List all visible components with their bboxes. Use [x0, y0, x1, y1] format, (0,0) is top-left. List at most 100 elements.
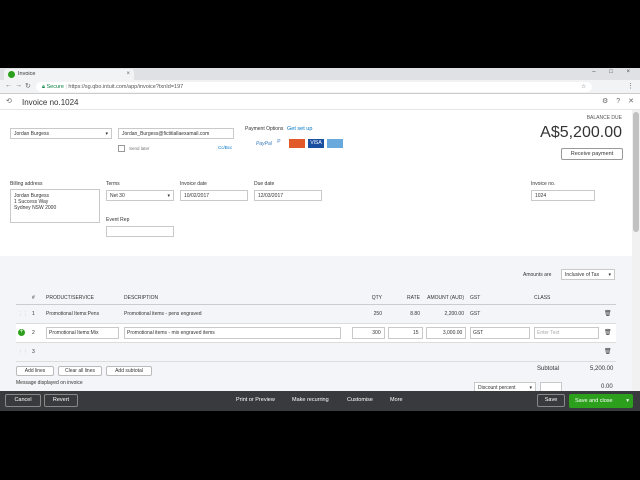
amounts-are-select[interactable]: Inclusive of Tax ▾: [561, 269, 615, 280]
col-header-description: DESCRIPTION: [122, 292, 350, 305]
quickbooks-icon: [8, 71, 15, 78]
make-recurring-button[interactable]: Make recurring: [292, 397, 329, 403]
row-amount[interactable]: 2,200.00: [424, 304, 468, 324]
due-date-label: Due date: [254, 181, 275, 187]
drag-handle-icon[interactable]: ⋮⋮: [16, 304, 30, 324]
col-header-qty: QTY: [350, 292, 386, 305]
row-product[interactable]: Promotional Items:Pens: [44, 304, 122, 324]
get-set-up-link[interactable]: Get set up: [287, 126, 312, 132]
discount-value: 0.00: [601, 384, 613, 390]
browser-menu-icon[interactable]: ⋮: [627, 82, 634, 90]
trash-icon[interactable]: 🗑︎: [602, 323, 616, 343]
customer-name: Jordan Burgess: [14, 131, 50, 137]
customise-button[interactable]: Customise: [347, 397, 373, 403]
paypal-icon: PayPal: [256, 140, 272, 147]
row-description[interactable]: [122, 342, 350, 362]
row-num: 1: [30, 304, 44, 324]
row-amount[interactable]: 3,000.00: [426, 326, 467, 339]
trash-icon[interactable]: 🗑︎: [602, 342, 616, 362]
row-rate[interactable]: 8.80: [386, 304, 424, 324]
save-and-close-button[interactable]: Save and close ▾: [569, 394, 633, 408]
send-later-label: Send later: [129, 146, 150, 151]
back-icon[interactable]: ←: [5, 82, 12, 89]
url-input[interactable]: 🔒︎ Secure | https://sg.qbo.intuit.com/ap…: [36, 82, 592, 92]
subtotal-label: Subtotal: [537, 366, 560, 372]
row-class[interactable]: Enter Text: [534, 326, 600, 339]
row-gst[interactable]: [468, 342, 532, 362]
mastercard-icon: [288, 139, 305, 148]
more-button[interactable]: More: [390, 397, 403, 403]
close-icon[interactable]: ✕: [628, 98, 634, 105]
window-controls[interactable]: – □ ×: [592, 69, 636, 75]
row-gst[interactable]: GST: [468, 304, 532, 324]
table-row[interactable]: ⋮⋮ 1 Promotional Items:Pens Promotional …: [16, 304, 616, 324]
drag-handle-icon[interactable]: ⋮⋮: [16, 342, 30, 362]
row-amount[interactable]: [424, 342, 468, 362]
due-date-field[interactable]: 12/03/2017: [254, 190, 322, 201]
billing-address-field[interactable]: Jordan Burgess 1 Success Way Sydney NSW …: [10, 189, 100, 223]
payment-methods: PayPal P VISA: [256, 139, 345, 148]
add-lines-button[interactable]: Add lines: [16, 366, 54, 376]
row-product-cell[interactable]: Promotional Items:Mix: [44, 323, 122, 343]
row-description[interactable]: Promotional items - pens engraved: [122, 304, 350, 324]
payment-options-label: Payment Options: [245, 126, 284, 132]
event-rep-field[interactable]: [106, 226, 174, 237]
browser-tab[interactable]: Invoice ×: [4, 69, 134, 80]
customer-select[interactable]: Jordan Burgess ▾: [10, 128, 112, 139]
row-rate-cell[interactable]: 15: [386, 323, 424, 343]
add-row-icon[interactable]: +: [16, 323, 30, 343]
send-later-checkbox[interactable]: [118, 145, 125, 152]
cancel-button[interactable]: Cancel: [5, 394, 41, 407]
invoice-date-value: 10/02/2017: [184, 193, 210, 199]
row-rate[interactable]: 15: [388, 326, 423, 339]
settings-icon[interactable]: ⚙: [602, 98, 608, 105]
col-header-product: PRODUCT/SERVICE: [44, 292, 122, 305]
row-qty-cell[interactable]: 300: [350, 323, 386, 343]
row-amount-cell[interactable]: 3,000.00: [424, 323, 468, 343]
revert-button[interactable]: Revert: [44, 394, 78, 407]
row-qty[interactable]: 250: [350, 304, 386, 324]
clear-all-lines-button[interactable]: Clear all lines: [58, 366, 102, 376]
row-product[interactable]: [44, 342, 122, 362]
visa-icon: VISA: [308, 139, 325, 148]
receive-payment-button[interactable]: Receive payment: [561, 148, 623, 160]
scrollbar-thumb[interactable]: [633, 112, 639, 232]
row-product[interactable]: Promotional Items:Mix: [46, 326, 119, 339]
col-header-rate: RATE: [386, 292, 424, 305]
amounts-are-label: Amounts are: [523, 272, 552, 278]
chevron-down-icon[interactable]: ▾: [626, 394, 629, 408]
help-icon[interactable]: ?: [616, 98, 620, 105]
row-description-cell[interactable]: Promotional items - mix engraved items: [122, 323, 350, 343]
invoice-date-field[interactable]: 10/02/2017: [180, 190, 248, 201]
forward-icon[interactable]: →: [15, 82, 22, 89]
row-description[interactable]: Promotional items - mix engraved items: [124, 326, 341, 339]
terms-label: Terms: [106, 181, 120, 187]
bookmark-star-icon[interactable]: ☆: [581, 82, 586, 92]
reload-icon[interactable]: ↻: [25, 82, 31, 90]
lock-icon: 🔒︎: [42, 84, 45, 90]
terms-select[interactable]: Net 30 ▾: [106, 190, 174, 201]
trash-icon[interactable]: 🗑︎: [602, 304, 616, 324]
row-gst[interactable]: GST: [470, 326, 530, 339]
table-row[interactable]: + 2 Promotional Items:Mix Promotional it…: [16, 323, 616, 343]
email-field[interactable]: Jordan_Burgess@fictitiallaexamail.com: [118, 128, 234, 139]
row-rate[interactable]: [386, 342, 424, 362]
row-class-cell[interactable]: Enter Text: [532, 323, 602, 343]
url-text: https://sg.qbo.intuit.com/app/invoice?tx…: [68, 84, 184, 90]
cc-bcc-link[interactable]: Cc/Bcc: [218, 145, 232, 150]
tab-close-icon[interactable]: ×: [126, 69, 130, 80]
row-qty[interactable]: [350, 342, 386, 362]
row-qty[interactable]: 300: [352, 326, 385, 339]
row-gst-cell[interactable]: GST: [468, 323, 532, 343]
invoice-no-field[interactable]: 1024: [531, 190, 595, 201]
save-button[interactable]: Save: [537, 394, 565, 407]
scrollbar[interactable]: [632, 110, 640, 391]
add-subtotal-button[interactable]: Add subtotal: [106, 366, 152, 376]
invoice-no-label: Invoice no.: [531, 181, 556, 187]
row-class[interactable]: [532, 342, 602, 362]
print-preview-button[interactable]: Print or Preview: [236, 397, 275, 403]
history-icon[interactable]: ⟲: [6, 97, 12, 105]
invoice-header: ⟲ Invoice no.1024 ⚙ ? ✕: [0, 94, 640, 110]
table-row[interactable]: ⋮⋮ 3 🗑︎: [16, 342, 616, 362]
row-class[interactable]: [532, 304, 602, 324]
